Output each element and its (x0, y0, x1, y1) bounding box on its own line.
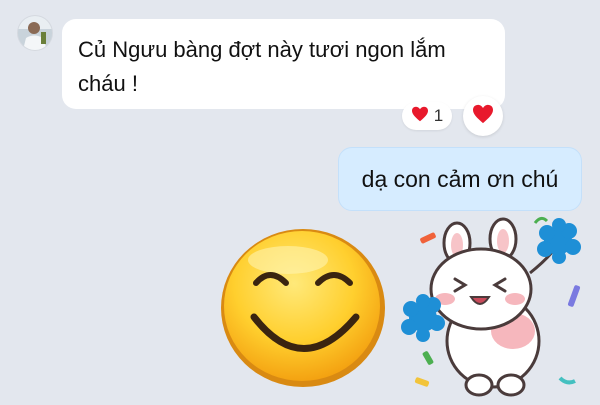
outgoing-message-text: dạ con cảm ơn chú (361, 165, 559, 192)
cheering-bunny-sticker[interactable] (395, 213, 600, 405)
add-reaction-button[interactable] (463, 96, 503, 136)
heart-icon (411, 106, 429, 127)
incoming-message-text: Củ Ngưu bàng đợt này tươi ngon lắm cháu … (78, 37, 446, 96)
heart-icon (472, 104, 494, 129)
reaction-summary[interactable]: 1 (402, 102, 452, 130)
reaction-count: 1 (433, 106, 444, 125)
smiling-face-emoji[interactable] (218, 225, 388, 395)
outgoing-message-bubble[interactable]: dạ con cảm ơn chú (338, 147, 582, 211)
sender-avatar[interactable] (18, 16, 52, 50)
incoming-message-bubble[interactable]: Củ Ngưu bàng đợt này tươi ngon lắm cháu … (62, 19, 505, 109)
